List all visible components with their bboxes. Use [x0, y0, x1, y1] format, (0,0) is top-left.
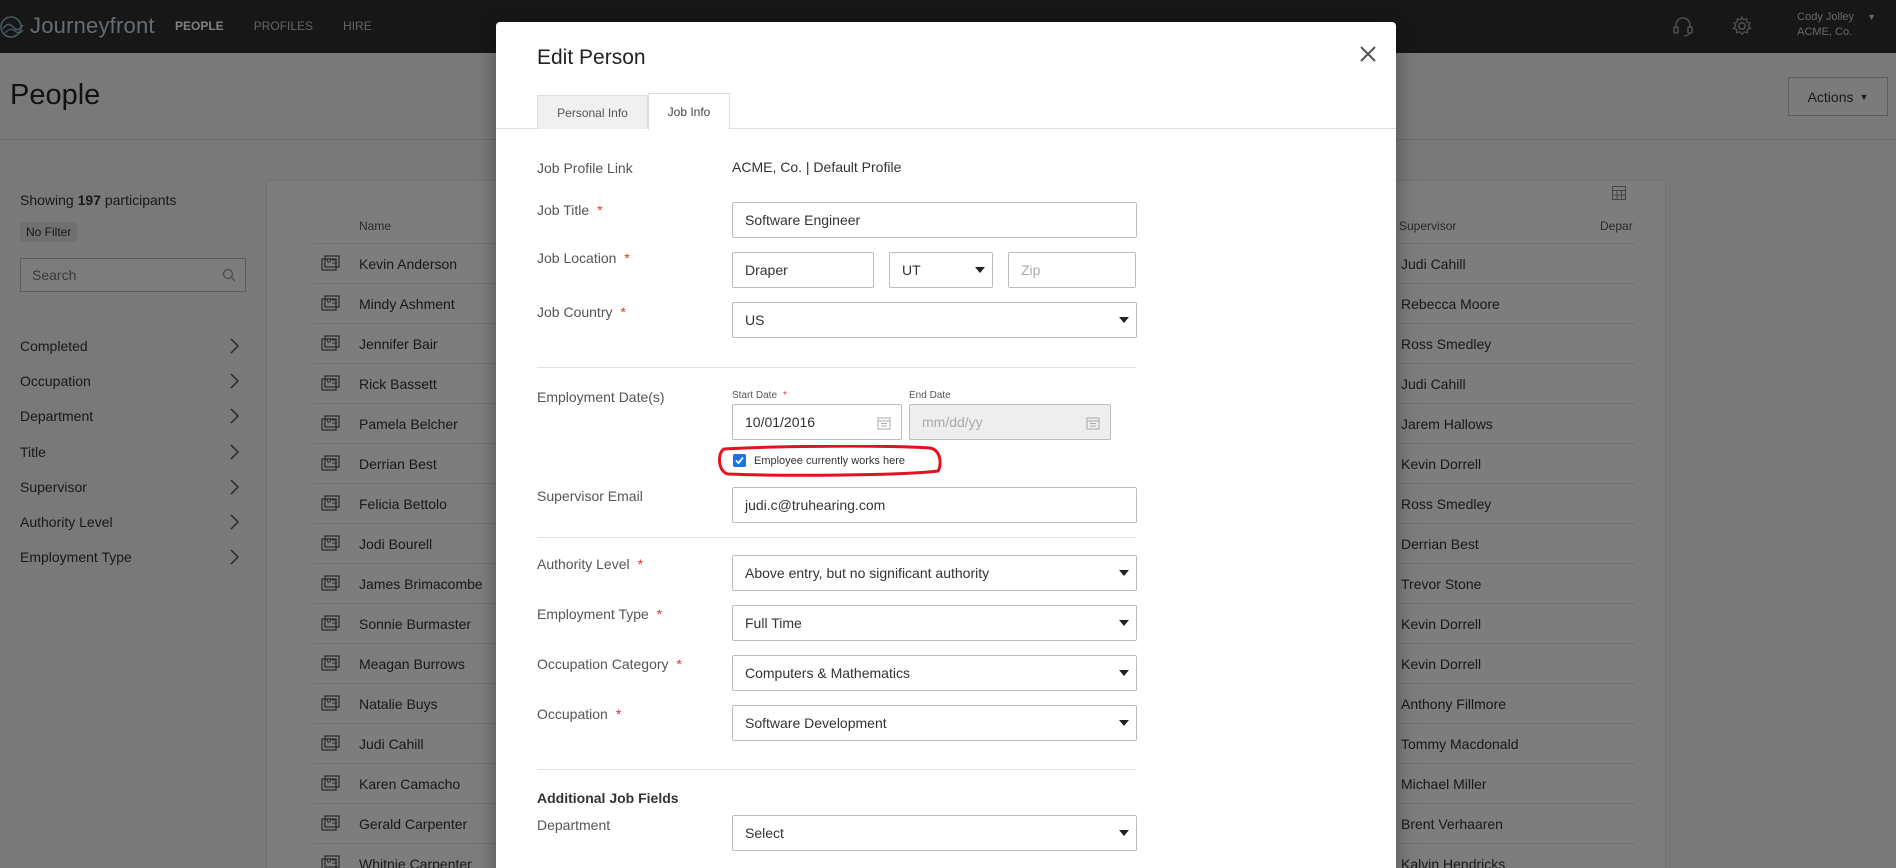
calendar-icon[interactable] — [877, 416, 891, 430]
calendar-icon — [1086, 417, 1100, 430]
authority-level-label-text: Authority Level — [537, 556, 630, 572]
caret-down-icon — [1119, 720, 1129, 726]
occupation-select[interactable]: Software Development — [732, 705, 1137, 741]
section-divider — [537, 367, 1136, 368]
tab-job-info[interactable]: Job Info — [648, 93, 730, 130]
caret-down-icon — [1119, 620, 1129, 626]
employment-type-value: Full Time — [745, 615, 802, 631]
caret-down-icon — [1119, 570, 1129, 576]
required-mark: * — [620, 304, 626, 320]
department-label: Department — [537, 817, 611, 833]
employment-type-label-text: Employment Type — [537, 606, 649, 622]
occupation-value: Software Development — [745, 715, 887, 731]
department-value: Select — [745, 825, 784, 841]
section-divider — [537, 537, 1136, 538]
job-title-input[interactable]: Software Engineer — [732, 202, 1137, 238]
job-country-label-text: Job Country — [537, 304, 613, 320]
required-mark: * — [597, 202, 603, 218]
job-location-label-text: Job Location — [537, 250, 617, 266]
required-mark: * — [676, 656, 682, 672]
modal-tabs: Personal Info Job Info — [537, 93, 730, 130]
supervisor-email-label: Supervisor Email — [537, 488, 643, 504]
job-title-label: Job Title * — [537, 202, 603, 218]
employment-type-select[interactable]: Full Time — [732, 605, 1137, 641]
country-value: US — [745, 312, 765, 328]
start-date-label-text: Start Date — [732, 390, 778, 401]
start-date-value: 10/01/2016 — [745, 414, 816, 430]
required-mark: * — [615, 706, 622, 722]
red-annotation-circle — [718, 445, 942, 477]
city-input[interactable]: Draper — [732, 252, 874, 288]
authority-level-value: Above entry, but no significant authorit… — [745, 565, 990, 581]
tab-personal-info[interactable]: Personal Info — [537, 95, 648, 129]
end-date-input: mm/dd/yy — [909, 404, 1111, 440]
caret-down-icon — [975, 267, 985, 273]
occupation-category-label-text: Occupation Category — [537, 656, 669, 672]
start-date-input[interactable]: 10/01/2016 — [732, 404, 902, 440]
modal-title: Edit Person — [537, 46, 646, 69]
caret-down-icon — [1119, 670, 1129, 676]
close-icon[interactable] — [1358, 44, 1378, 64]
job-location-label: Job Location * — [537, 250, 630, 266]
employment-type-label: Employment Type * — [537, 606, 662, 622]
section-divider — [537, 769, 1136, 770]
caret-down-icon — [1119, 317, 1129, 323]
department-select[interactable]: Select — [732, 815, 1137, 851]
occupation-label: Occupation * — [537, 706, 621, 722]
occupation-category-value: Computers & Mathematics — [745, 665, 910, 681]
start-date-label: Start Date * — [732, 390, 787, 401]
country-select[interactable]: US — [732, 302, 1137, 338]
caret-down-icon — [1119, 830, 1129, 836]
occupation-category-select[interactable]: Computers & Mathematics — [732, 655, 1137, 691]
required-mark: * — [656, 606, 663, 622]
zip-input[interactable]: Zip — [1008, 252, 1136, 288]
supervisor-email-input[interactable]: judi.c@truhearing.com — [732, 487, 1137, 523]
job-profile-link-value: ACME, Co. | Default Profile — [732, 159, 902, 175]
authority-level-select[interactable]: Above entry, but no significant authorit… — [732, 555, 1137, 591]
required-mark: * — [783, 390, 787, 401]
required-mark: * — [624, 250, 630, 266]
job-country-label: Job Country * — [537, 304, 626, 320]
end-date-label: End Date — [909, 390, 951, 401]
job-title-label-text: Job Title — [537, 202, 590, 218]
employment-dates-label: Employment Date(s) — [537, 389, 665, 405]
required-mark: * — [637, 556, 644, 572]
state-select[interactable]: UT — [889, 252, 993, 288]
additional-fields-heading: Additional Job Fields — [537, 790, 679, 806]
occupation-label-text: Occupation — [537, 706, 608, 722]
edit-person-modal: Edit Person Personal Info Job Info Job P… — [496, 22, 1396, 868]
occupation-category-label: Occupation Category * — [537, 656, 682, 672]
end-date-placeholder: mm/dd/yy — [922, 414, 983, 430]
authority-level-label: Authority Level * — [537, 556, 643, 572]
job-profile-link-label: Job Profile Link — [537, 160, 633, 176]
state-value: UT — [902, 262, 921, 278]
